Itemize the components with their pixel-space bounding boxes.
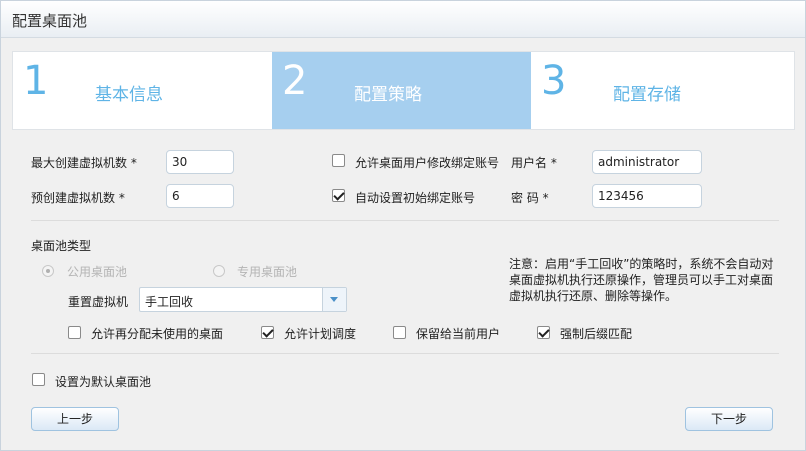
reset-vm-select[interactable]: 手工回收 bbox=[139, 287, 347, 312]
step-label: 配置策略 bbox=[354, 85, 422, 105]
allow-reassign-label: 允许再分配未使用的桌面 bbox=[91, 327, 224, 341]
allow-reassign-checkbox[interactable] bbox=[68, 326, 81, 339]
max-vm-input[interactable] bbox=[166, 150, 234, 174]
default-pool-checkbox[interactable] bbox=[32, 373, 45, 386]
section-divider bbox=[31, 353, 779, 354]
default-pool-label: 设置为默认桌面池 bbox=[55, 375, 152, 389]
precreate-vm-label: 预创建虚拟机数 * bbox=[31, 191, 125, 205]
force-suffix-match-checkbox[interactable] bbox=[537, 326, 550, 339]
password-input[interactable] bbox=[592, 184, 702, 208]
public-pool-radio[interactable] bbox=[42, 265, 54, 277]
step-number: 1 bbox=[23, 58, 49, 104]
force-suffix-match-label: 强制后缀匹配 bbox=[560, 327, 633, 341]
auto-set-binding-label: 自动设置初始绑定账号 bbox=[355, 191, 476, 205]
section-divider bbox=[31, 220, 779, 221]
step-number: 3 bbox=[541, 58, 567, 104]
precreate-vm-input[interactable] bbox=[166, 184, 234, 208]
reset-vm-selected-value: 手工回收 bbox=[145, 295, 194, 309]
dialog-titlebar: 配置桌面池 bbox=[1, 1, 805, 38]
step-label: 基本信息 bbox=[95, 85, 163, 105]
wizard-steps: 1 基本信息 2 配置策略 3 配置存储 bbox=[12, 51, 795, 130]
reset-vm-label: 重置虚拟机 bbox=[68, 295, 129, 309]
allow-schedule-label: 允许计划调度 bbox=[284, 327, 357, 341]
username-label: 用户名 * bbox=[511, 156, 557, 170]
step-basic-info[interactable]: 1 基本信息 bbox=[13, 52, 272, 129]
chevron-down-icon bbox=[330, 297, 338, 302]
allow-modify-binding-checkbox[interactable] bbox=[332, 154, 345, 167]
next-step-button[interactable]: 下一步 bbox=[685, 407, 773, 431]
step-configure-policy[interactable]: 2 配置策略 bbox=[272, 52, 531, 129]
dialog-title: 配置桌面池 bbox=[12, 12, 88, 30]
private-pool-radio[interactable] bbox=[213, 265, 225, 277]
step-label: 配置存储 bbox=[613, 85, 681, 105]
public-pool-label: 公用桌面池 bbox=[67, 265, 128, 279]
username-input[interactable] bbox=[592, 150, 702, 174]
allow-modify-binding-label: 允许桌面用户修改绑定账号 bbox=[355, 156, 500, 170]
step-configure-storage[interactable]: 3 配置存储 bbox=[531, 52, 794, 129]
auto-set-binding-checkbox[interactable] bbox=[332, 189, 345, 202]
configure-desktop-pool-dialog: 配置桌面池 1 基本信息 2 配置策略 3 配置存储 最大创建虚拟机数 * 允许… bbox=[0, 0, 806, 451]
private-pool-label: 专用桌面池 bbox=[237, 265, 298, 279]
keep-for-user-label: 保留给当前用户 bbox=[416, 327, 501, 341]
password-label: 密 码 * bbox=[511, 191, 549, 205]
keep-for-user-checkbox[interactable] bbox=[393, 326, 406, 339]
manual-recycle-note: 注意：启用“手工回收”的策略时，系统不会自动对桌面虚拟机执行还原操作，管理员可以… bbox=[509, 257, 774, 303]
prev-step-button[interactable]: 上一步 bbox=[31, 407, 119, 431]
max-vm-label: 最大创建虚拟机数 * bbox=[31, 156, 137, 170]
dropdown-button[interactable] bbox=[322, 288, 346, 311]
allow-schedule-checkbox[interactable] bbox=[261, 326, 274, 339]
step-number: 2 bbox=[282, 58, 308, 104]
pool-type-label: 桌面池类型 bbox=[31, 239, 92, 253]
